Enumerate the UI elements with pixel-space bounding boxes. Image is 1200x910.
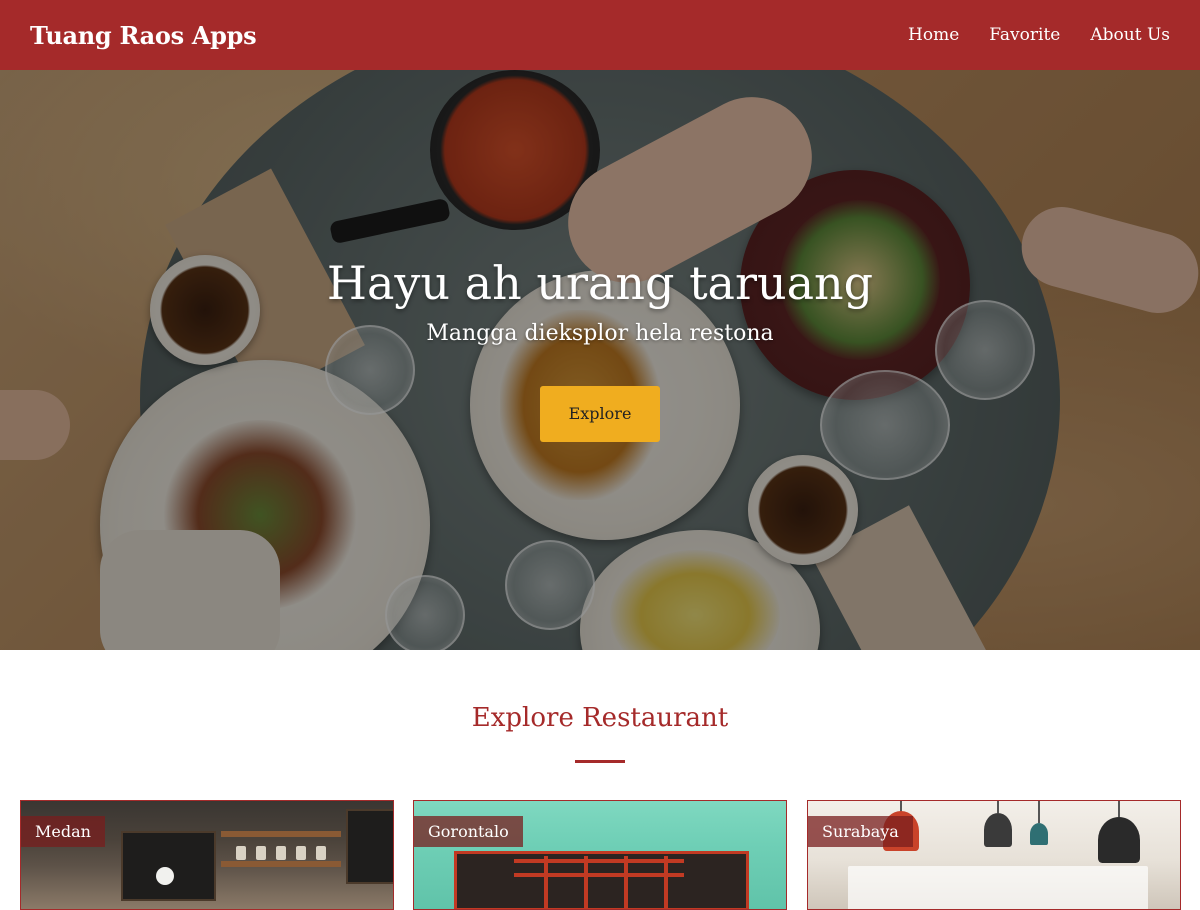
section-divider [575,760,625,763]
restaurant-city-label: Medan [21,816,105,847]
hero-title: Hayu ah urang taruang [326,256,874,310]
lamp-cord [997,801,999,813]
nav-about-link[interactable]: About Us [1090,25,1170,45]
restaurant-card-surabaya[interactable]: Surabaya [807,800,1181,910]
restaurant-card-medan[interactable]: Medan [20,800,394,910]
hero-subtitle: Mangga dieksplor hela restona [426,320,774,346]
main-nav: Home Favorite About Us [908,25,1170,45]
jar [256,846,266,860]
explore-button[interactable]: Explore [540,385,660,442]
shelf [221,861,341,867]
window-frame [664,856,668,909]
nav-favorite-link[interactable]: Favorite [989,25,1060,45]
hero-section: Hayu ah urang taruang Mangga dieksplor h… [0,70,1200,650]
pendant-lamp [984,813,1012,847]
jar [276,846,286,860]
window [848,866,1148,909]
lamp-cord [1118,801,1120,817]
jar [236,846,246,860]
person [156,867,174,885]
window-frame [514,873,684,877]
jar [296,846,306,860]
window-frame [514,859,684,863]
restaurant-city-label: Gorontalo [414,816,523,847]
lamp-cord [1038,801,1040,823]
pendant-lamp [1098,817,1140,863]
chalkboard [121,831,216,901]
restaurant-card-gorontalo[interactable]: Gorontalo [413,800,787,910]
jar [316,846,326,860]
section-title: Explore Restaurant [471,703,729,733]
brand-logo[interactable]: Tuang Raos Apps [30,21,257,50]
window-frame [544,856,548,909]
hero-content: Hayu ah urang taruang Mangga dieksplor h… [0,70,1200,650]
chalkboard [346,809,393,884]
window-frame [624,856,628,909]
pendant-lamp [1030,823,1048,845]
nav-home-link[interactable]: Home [908,25,959,45]
app-header: Tuang Raos Apps Home Favorite About Us [0,0,1200,70]
restaurant-city-label: Surabaya [808,816,913,847]
window-frame [584,856,588,909]
shelf [221,831,341,837]
